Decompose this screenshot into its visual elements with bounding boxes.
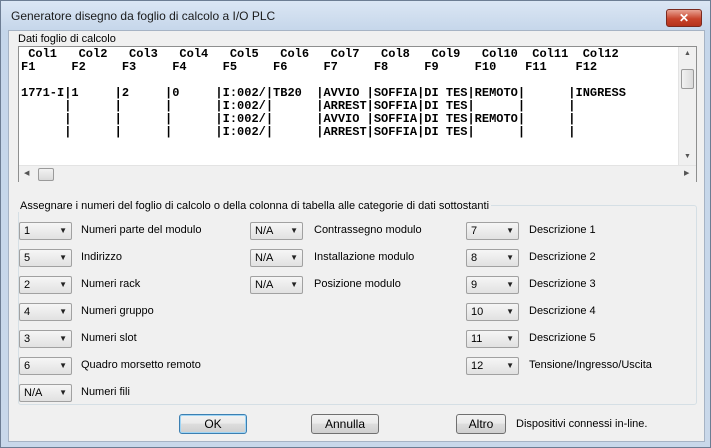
description-1-select[interactable]: 7 ▼ — [466, 222, 519, 240]
description-5-label: Descrizione 5 — [529, 332, 596, 344]
window-title: Generatore disegno da foglio di calcolo … — [11, 9, 276, 23]
chevron-down-icon: ▼ — [59, 253, 67, 262]
description-4-label: Descrizione 4 — [529, 305, 596, 317]
dialog-client-area: Dati foglio di calcolo Col1 Col2 Col3 Co… — [8, 30, 705, 442]
module-tag-select[interactable]: N/A ▼ — [250, 222, 303, 240]
sheet-preview[interactable]: Col1 Col2 Col3 Col4 Col5 Col6 Col7 Col8 … — [18, 46, 697, 182]
chevron-down-icon: ▼ — [59, 307, 67, 316]
chevron-down-icon: ▼ — [59, 226, 67, 235]
wire-numbers-label: Numeri fili — [81, 386, 130, 398]
vertical-scroll-thumb[interactable] — [681, 69, 694, 89]
module-install-select[interactable]: N/A ▼ — [250, 249, 303, 267]
description-1-label: Descrizione 1 — [529, 224, 596, 236]
module-tag-label: Contrassegno modulo — [314, 224, 422, 236]
slot-select[interactable]: 3 ▼ — [19, 330, 72, 348]
chevron-down-icon: ▼ — [506, 334, 514, 343]
sheet-label: Dati foglio di calcolo — [18, 33, 116, 45]
horizontal-scroll-thumb[interactable] — [38, 168, 54, 181]
vertical-scrollbar[interactable]: ▲ ▼ — [678, 47, 696, 165]
arrow-right-icon[interactable]: ▶ — [684, 169, 689, 177]
chevron-down-icon: ▼ — [506, 226, 514, 235]
remote-terminal-label: Quadro morsetto remoto — [81, 359, 201, 371]
description-4-select[interactable]: 10 ▼ — [466, 303, 519, 321]
assign-group-title: Assegnare i numeri del foglio di calcolo… — [18, 200, 492, 212]
chevron-down-icon: ▼ — [506, 280, 514, 289]
dialog-window: Generatore disegno da foglio di calcolo … — [0, 0, 711, 448]
chevron-down-icon: ▼ — [506, 307, 514, 316]
module-position-label: Posizione modulo — [314, 278, 401, 290]
chevron-down-icon: ▼ — [290, 280, 298, 289]
ok-button[interactable]: OK — [179, 414, 247, 434]
chevron-down-icon: ▼ — [506, 253, 514, 262]
other-note: Dispositivi connessi in-line. — [516, 418, 648, 430]
sheet-line: | | | |I:002/| |ARREST|SOFFIA|DI TES| | … — [21, 125, 576, 139]
chevron-down-icon: ▼ — [290, 253, 298, 262]
address-label: Indirizzo — [81, 251, 122, 263]
description-2-label: Descrizione 2 — [529, 251, 596, 263]
slot-label: Numeri slot — [81, 332, 137, 344]
sheet-line: F1 F2 F3 F4 F5 F6 F7 F8 F9 F10 F11 F12 — [21, 60, 598, 74]
voltage-io-select[interactable]: 12 ▼ — [466, 357, 519, 375]
chevron-down-icon: ▼ — [59, 388, 67, 397]
address-select[interactable]: 5 ▼ — [19, 249, 72, 267]
chevron-down-icon: ▼ — [290, 226, 298, 235]
description-3-select[interactable]: 9 ▼ — [466, 276, 519, 294]
rack-label: Numeri rack — [81, 278, 141, 290]
group-select[interactable]: 4 ▼ — [19, 303, 72, 321]
arrow-up-icon[interactable]: ▲ — [684, 50, 691, 57]
chevron-down-icon: ▼ — [59, 280, 67, 289]
arrow-down-icon[interactable]: ▼ — [684, 153, 691, 160]
close-icon: ✕ — [678, 11, 690, 25]
close-button[interactable]: ✕ — [666, 9, 702, 27]
other-button[interactable]: Altro — [456, 414, 506, 434]
cancel-button[interactable]: Annulla — [311, 414, 379, 434]
chevron-down-icon: ▼ — [506, 361, 514, 370]
voltage-io-label: Tensione/Ingresso/Uscita — [529, 359, 652, 371]
wire-numbers-select[interactable]: N/A ▼ — [19, 384, 72, 402]
module-part-select[interactable]: 1 ▼ — [19, 222, 72, 240]
rack-select[interactable]: 2 ▼ — [19, 276, 72, 294]
sheet-text: Col1 Col2 Col3 Col4 Col5 Col6 Col7 Col8 … — [21, 48, 678, 166]
module-part-label: Numeri parte del modulo — [81, 224, 202, 236]
description-2-select[interactable]: 8 ▼ — [466, 249, 519, 267]
description-5-select[interactable]: 11 ▼ — [466, 330, 519, 348]
arrow-left-icon[interactable]: ◀ — [24, 169, 29, 177]
horizontal-scrollbar[interactable]: ◀ ▶ — [19, 165, 696, 182]
description-3-label: Descrizione 3 — [529, 278, 596, 290]
module-install-label: Installazione modulo — [314, 251, 415, 263]
chevron-down-icon: ▼ — [59, 361, 67, 370]
chevron-down-icon: ▼ — [59, 334, 67, 343]
module-position-select[interactable]: N/A ▼ — [250, 276, 303, 294]
remote-terminal-select[interactable]: 6 ▼ — [19, 357, 72, 375]
group-label: Numeri gruppo — [81, 305, 154, 317]
